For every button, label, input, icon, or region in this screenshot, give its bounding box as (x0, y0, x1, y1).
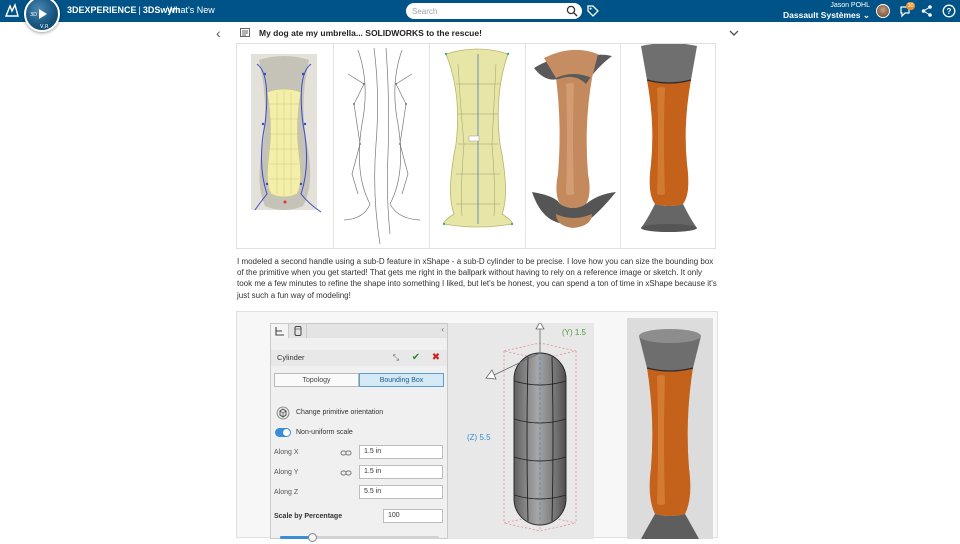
orientation-icon[interactable] (276, 406, 290, 420)
search-bar[interactable] (406, 3, 582, 19)
confirm-check-icon[interactable]: ✔ (410, 352, 422, 364)
chevron-down-icon[interactable] (728, 28, 740, 38)
scale-by-percentage-label: Scale by Percentage (274, 513, 343, 520)
along-x-field[interactable]: 1.5 in (359, 445, 443, 459)
property-panel: ‹ Cylinder ⤡ ✔ ✖ Topology Bounding Box C… (270, 323, 448, 542)
segment-topology[interactable]: Topology (274, 373, 359, 387)
svg-text:?: ? (947, 7, 952, 16)
top-bar: 3DEXPERIENCE|3DSwym What's New Jason POH… (0, 0, 960, 22)
avatar[interactable] (876, 4, 890, 18)
tab-features[interactable] (271, 324, 289, 338)
along-y-field[interactable]: 1.5 in (359, 465, 443, 479)
brand-platform: 3DEXPERIENCE (67, 5, 137, 15)
compass-button[interactable]: 3D V,R (24, 0, 60, 32)
chevron-down-icon: ⌄ (862, 10, 870, 20)
handle-progression-image (236, 43, 716, 249)
link-icon[interactable] (340, 468, 352, 478)
sketch-curves-panel (334, 44, 430, 248)
non-uniform-scale-toggle[interactable] (275, 428, 291, 437)
cylinder-model (485, 321, 577, 532)
y-dimension-label: (Y) 1.5 (562, 328, 587, 337)
shaded-handle-panel (526, 44, 621, 248)
along-z-label: Along Z (274, 489, 299, 496)
search-icon[interactable] (566, 5, 578, 17)
tab-primitive[interactable] (289, 324, 307, 338)
collapse-arrow-icon[interactable]: ‹ (441, 325, 444, 334)
compass-label: V,R (40, 24, 49, 30)
panel-tab-strip: ‹ (271, 324, 447, 338)
post-body: I modeled a second handle using a sub-D … (237, 257, 717, 300)
panel-header: Cylinder ⤡ ✔ ✖ (271, 350, 447, 366)
link-icon[interactable] (340, 448, 352, 458)
user-name: Jason POHL (830, 2, 870, 9)
ds-logo-icon[interactable] (4, 3, 20, 19)
3d-viewport[interactable]: (Y) 1.5 (Z) 5.5 (448, 321, 594, 539)
xshape-screenshot: ‹ Cylinder ⤡ ✔ ✖ Topology Bounding Box C… (236, 311, 718, 542)
compass-3d-icon: 3D (30, 12, 38, 18)
segment-bounding-box[interactable]: Bounding Box (359, 373, 444, 387)
brand[interactable]: 3DEXPERIENCE | 3DSwym (67, 5, 180, 15)
scale-percentage-field[interactable]: 100 (383, 509, 443, 523)
subd-model-panel (430, 44, 526, 248)
tag-icon[interactable] (586, 4, 600, 18)
whats-new-link[interactable]: What's New (167, 5, 215, 15)
article-icon (240, 28, 250, 37)
share-icon[interactable] (920, 4, 934, 18)
search-input[interactable] (412, 5, 562, 17)
panel-title: Cylinder (277, 353, 305, 362)
cylinder-tab-icon (294, 326, 302, 336)
along-z-field[interactable]: 5.5 in (359, 485, 443, 499)
reference-photo-panel (237, 44, 334, 248)
final-handle-render (627, 318, 713, 539)
z-dimension-label: (Z) 5.5 (467, 433, 491, 442)
pin-icon[interactable]: ⤡ (390, 352, 402, 364)
cancel-x-icon[interactable]: ✖ (430, 352, 442, 364)
back-arrow-icon[interactable]: ‹ (216, 26, 228, 40)
final-render-panel (621, 44, 717, 248)
post-title: My dog ate my umbrella... SOLIDWORKS to … (259, 28, 482, 38)
along-y-label: Along Y (274, 469, 299, 476)
compass-play-icon (39, 9, 47, 19)
notification-badge: 30 (906, 2, 915, 10)
help-icon[interactable]: ? (942, 4, 956, 18)
feature-tree-icon (275, 327, 284, 336)
change-orientation-label[interactable]: Change primitive orientation (296, 409, 383, 416)
non-uniform-scale-label: Non-uniform scale (296, 429, 353, 436)
brand-separator: | (138, 5, 141, 15)
organization-name: Dassault Systèmes ⌄ (783, 10, 870, 20)
organization-label: Dassault Systèmes (783, 10, 861, 20)
user-menu[interactable]: Jason POHL Dassault Systèmes ⌄ (783, 2, 870, 20)
along-x-label: Along X (274, 449, 299, 456)
